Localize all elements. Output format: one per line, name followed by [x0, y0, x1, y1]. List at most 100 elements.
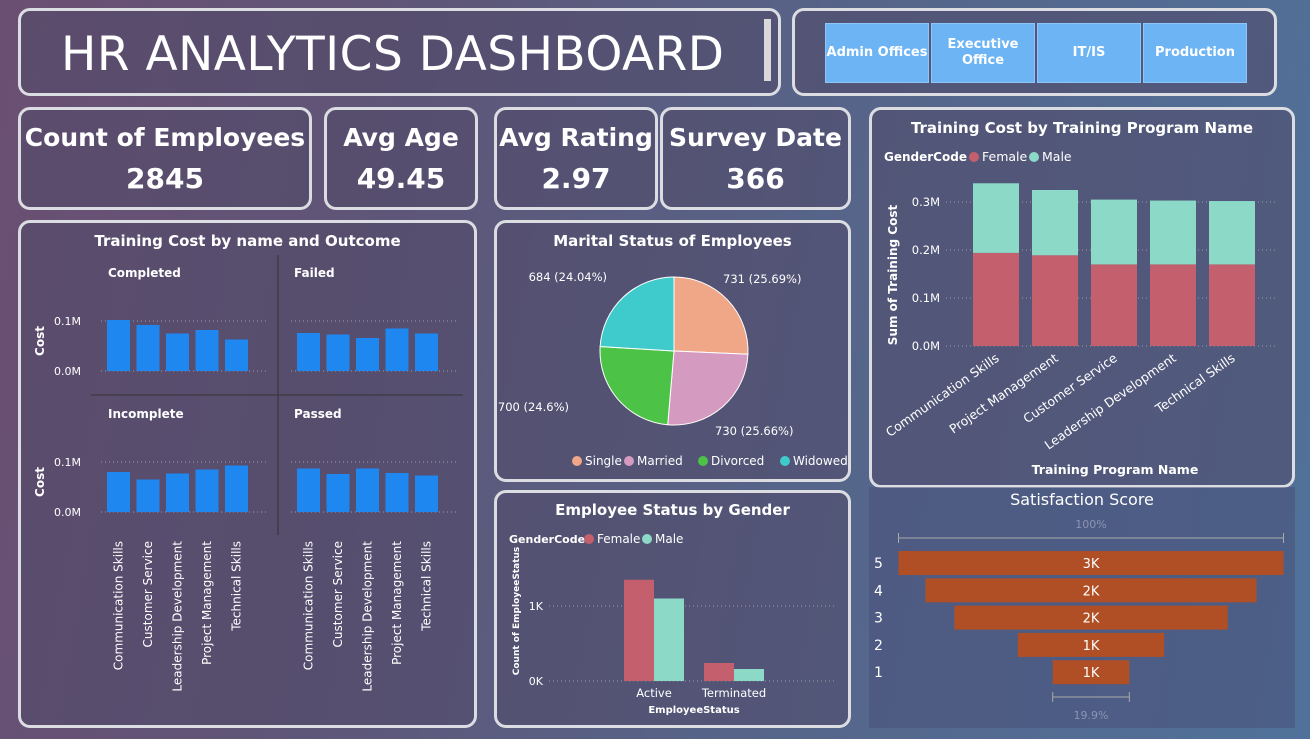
dept-button-admin-offices[interactable]: Admin Offices	[825, 23, 929, 83]
legend-marker	[572, 456, 582, 466]
x-tick-label: Project Management	[946, 350, 1060, 436]
x-tick-label: Communication Skills	[302, 541, 316, 670]
bar-male	[1032, 190, 1078, 256]
x-tick-label: Customer Service	[331, 541, 345, 647]
x-tick-label: Technical Skills	[420, 541, 434, 632]
funnel-value-label: 2K	[1083, 612, 1100, 627]
legend-marker	[698, 456, 708, 466]
bar-male	[1209, 201, 1255, 265]
bar-incomplete	[225, 465, 248, 512]
dept-button-it-is[interactable]: IT/IS	[1037, 23, 1141, 83]
bar-failed	[326, 334, 350, 371]
bar-passed	[297, 468, 320, 512]
status-gender-chart[interactable]: GenderCode Female Male 1K 0K Count of Employe…	[497, 493, 848, 725]
bar-completed	[166, 333, 189, 371]
bar-female	[624, 579, 654, 681]
kpi-label: Survey Date	[669, 122, 842, 152]
y-tick-label: 0.1M	[912, 291, 940, 305]
bar-incomplete	[107, 472, 130, 512]
dept-button-executive-office[interactable]: Executive Office	[931, 23, 1035, 83]
x-tick-label: Communication Skills	[883, 350, 1002, 439]
x-tick-label: Project Management	[200, 541, 214, 665]
y-tick-label: 1K	[529, 600, 544, 613]
legend-label: Widowed	[793, 454, 848, 468]
dept-button-production[interactable]: Production	[1143, 23, 1247, 83]
bar-passed	[326, 474, 350, 512]
y-tick-label: 0.1M	[54, 456, 81, 469]
legend-label: Divorced	[711, 454, 764, 468]
legend-marker	[969, 152, 979, 162]
kpi-avg-rating: Avg Rating 2.97	[494, 107, 658, 210]
bar-male	[1150, 200, 1196, 265]
marital-status-chart[interactable]: 731 (25.69%) 730 (25.66%) 700 (24.6%) 684 (…	[497, 223, 848, 479]
facet-label: Failed	[294, 266, 335, 280]
bar-completed	[107, 320, 130, 371]
legend-marker	[584, 534, 594, 544]
bar-female	[1209, 264, 1255, 346]
funnel-stage-label: 2	[874, 638, 883, 654]
facet-label: Passed	[294, 407, 342, 421]
status-gender-card: Employee Status by Gender GenderCode Fema…	[494, 490, 851, 728]
legend-marker	[642, 534, 652, 544]
y-tick-label: 0.0M	[54, 365, 81, 378]
y-axis-label: Cost	[33, 467, 47, 497]
y-tick-label: 0K	[529, 675, 544, 688]
bar-female	[1091, 264, 1137, 346]
x-axis-label: Training Program Name	[1032, 462, 1199, 477]
kpi-label: Avg Age	[343, 122, 459, 152]
legend-label: Female	[982, 149, 1028, 164]
y-axis-label: Sum of Training Cost	[886, 205, 900, 346]
bar-female	[1150, 264, 1196, 346]
facet-label: Incomplete	[108, 407, 184, 421]
x-tick-label: Customer Service	[141, 541, 155, 647]
bar-failed	[297, 333, 320, 371]
bar-incomplete	[195, 469, 219, 512]
funnel-stage-label: 5	[874, 556, 883, 572]
y-axis-label: Cost	[33, 326, 47, 356]
x-tick-label: Leadership Development	[361, 541, 375, 692]
y-axis-label: Count of EmployeeStatus	[512, 547, 522, 676]
bar-passed	[415, 475, 438, 512]
bar-failed	[356, 338, 379, 371]
bar-passed	[356, 468, 379, 512]
bar-completed	[225, 339, 248, 371]
bar-male	[1091, 199, 1137, 265]
kpi-value: 366	[726, 161, 785, 195]
legend-label: Single	[585, 454, 622, 468]
training-outcome-chart[interactable]: Completed 0.1M 0.0M Cost Failed Incomplete 0.1…	[21, 223, 474, 725]
bar-male	[734, 669, 764, 681]
marital-status-card: Marital Status of Employees 731 (25.69%)…	[494, 220, 851, 482]
bar-male	[973, 183, 1019, 253]
x-axis-label: EmployeeStatus	[648, 705, 739, 716]
funnel-stage-label: 4	[874, 583, 883, 599]
bar-female	[1032, 255, 1078, 346]
x-tick-label: Leadership Development	[171, 541, 185, 692]
y-tick-label: 0.0M	[54, 506, 81, 519]
funnel-stage-label: 3	[874, 611, 883, 627]
satisfaction-card: Satisfaction Score 100% 3K 5 2K 4 2K 3 1K 2 1K 1 19…	[869, 487, 1295, 728]
bar-failed	[415, 333, 438, 371]
kpi-label: Avg Rating	[499, 122, 653, 152]
funnel-value-label: 1K	[1083, 639, 1100, 654]
x-tick-label: Communication Skills	[112, 541, 126, 670]
pie-data-label: 700 (24.6%)	[498, 400, 569, 414]
x-tick-label: Project Management	[390, 541, 404, 665]
pie-slice-widowed	[599, 276, 675, 352]
kpi-value: 49.45	[356, 161, 446, 195]
y-tick-label: 0.3M	[912, 195, 940, 209]
training-program-chart[interactable]: GenderCode Female Male 0.0M 0.1M 0.2M 0.3M Sum …	[872, 110, 1292, 485]
kpi-value: 2.97	[541, 161, 611, 195]
department-slicer: Admin Offices Executive Office IT/IS Pro…	[792, 8, 1277, 96]
facet-label: Completed	[108, 266, 181, 280]
bottom-percent-label: 19.9%	[1074, 709, 1109, 722]
satisfaction-chart[interactable]: 100% 3K 5 2K 4 2K 3 1K 2 1K 1 19.9%	[869, 487, 1295, 728]
dashboard-title: HR ANALYTICS DASHBOARD	[61, 27, 725, 82]
bar-passed	[385, 473, 409, 512]
kpi-survey-date: Survey Date 366	[660, 107, 851, 210]
legend-marker	[1029, 152, 1039, 162]
pie-data-label: 684 (24.04%)	[529, 270, 607, 284]
kpi-label: Count of Employees	[24, 122, 306, 152]
funnel-stage-label: 1	[874, 665, 883, 681]
x-tick-label: Active	[636, 686, 672, 700]
x-tick-label: Technical Skills	[230, 541, 244, 632]
